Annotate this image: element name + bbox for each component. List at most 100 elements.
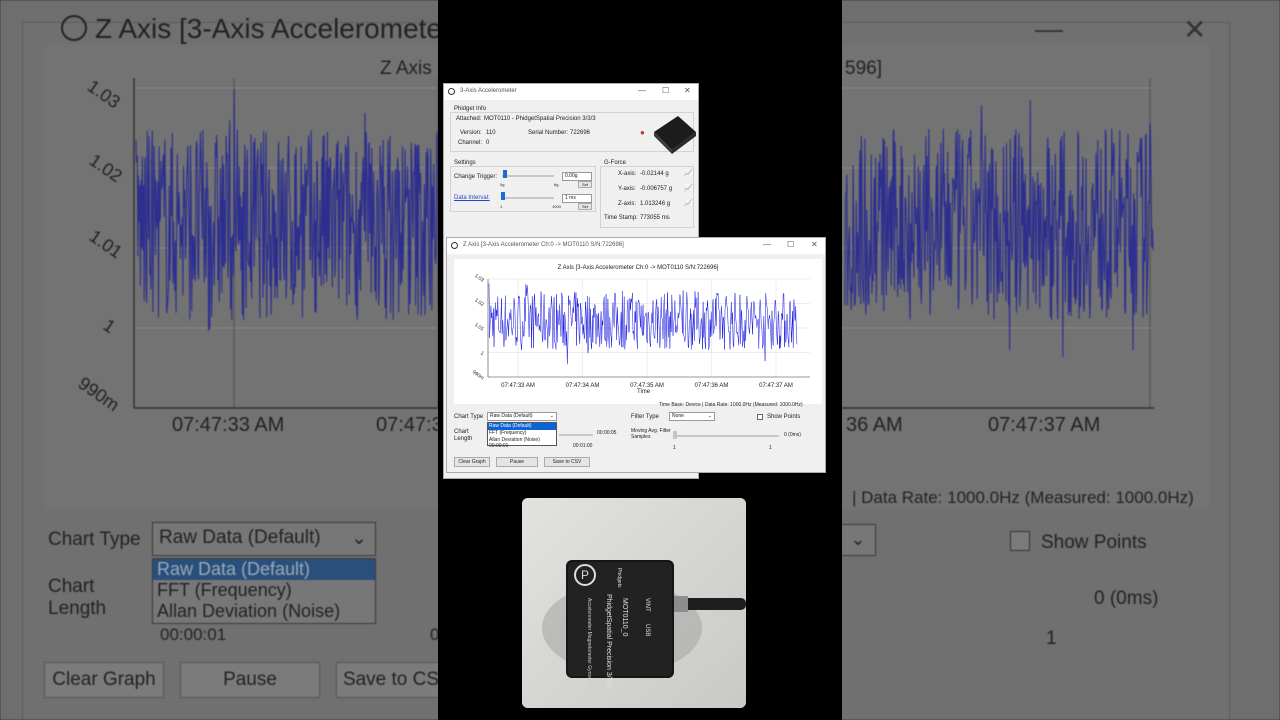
- data-interval-slider[interactable]: [501, 192, 505, 200]
- location-pin-icon[interactable]: ●: [640, 128, 645, 137]
- x-tick-label: 07:47:34 AM: [566, 383, 600, 389]
- bg-show-points-checkbox: [1010, 531, 1030, 551]
- filter-type-value: None: [672, 413, 684, 419]
- z-chart: 990m 1 1.01 1.02 1.03 07:47:33 AM 07:47:34 AM 0…: [471, 273, 810, 389]
- y-tick-label: 1.02: [473, 297, 485, 308]
- bg-clear-button: Clear Graph: [44, 662, 164, 698]
- bg-x-tick: 07:47:33 AM: [172, 414, 285, 436]
- bg-x-tick: 36 AM: [846, 414, 903, 436]
- data-interval-input[interactable]: 1 ms: [562, 194, 592, 203]
- data-interval-link[interactable]: Data Interval:: [454, 195, 490, 201]
- moving-avg-slider[interactable]: [673, 431, 677, 439]
- serial-label: Serial Number:: [528, 130, 569, 136]
- device-port-usb: USB: [644, 624, 650, 637]
- channel-value: 0: [486, 140, 490, 146]
- chart-length-min: 00:00:01: [489, 443, 509, 449]
- clear-graph-button[interactable]: Clear Graph: [454, 457, 490, 467]
- moving-avg-max: 1: [769, 445, 772, 451]
- bg-show-points-label: Show Points: [1041, 532, 1147, 553]
- attached-value: MOT0110 - PhidgetSpatial Precision 3/3/3: [484, 116, 596, 122]
- moving-avg-value: 0 (0ms): [784, 432, 801, 438]
- plot-footer: Time Base: Device | Data Rate: 1000.0Hz …: [659, 402, 803, 408]
- x-tick-label: 07:47:33 AM: [501, 383, 535, 389]
- phidget-icon: [451, 242, 458, 249]
- change-trigger-slider[interactable]: [503, 170, 507, 178]
- filter-type-label: Filter Type: [631, 414, 659, 420]
- bg-pause-button: Pause: [180, 662, 320, 698]
- version-label: Version:: [460, 130, 482, 136]
- bg-chart-type-dropdown: Raw Data (Default) FFT (Frequency) Allan…: [152, 558, 376, 624]
- chart-length-max: 00:01:00: [573, 443, 593, 449]
- z-maximize-button[interactable]: ☐: [787, 240, 794, 249]
- show-points-checkbox[interactable]: [757, 414, 763, 420]
- show-points-label: Show Points: [767, 414, 801, 420]
- change-trigger-track: [502, 175, 554, 177]
- phidgets-logo-icon: P: [574, 564, 596, 586]
- device-photo: P PhidgetSpatial Precision 3/3/3 MOT0110…: [522, 498, 746, 708]
- device-brand: Phidgets: [616, 568, 622, 588]
- bg-chart-length-label: Chart Length: [48, 576, 107, 619]
- x-graph-icon[interactable]: 📈: [684, 169, 693, 177]
- bg-x-tick: 07:47:37 AM: [988, 414, 1101, 436]
- moving-avg-track: [673, 435, 779, 437]
- chart-length-label: Chart Length: [454, 429, 473, 442]
- pause-button[interactable]: Pause: [496, 457, 538, 467]
- x-tick-label: 07:47:37 AM: [759, 383, 793, 389]
- chart-type-select[interactable]: Raw Data (Default) ⌄: [487, 412, 557, 421]
- y-axis-label: Y-axis:: [618, 186, 636, 192]
- device-features: Accelerometer Magnetometer Gyroscope: [586, 598, 592, 690]
- bg-chart-type-select: Raw Data (Default) ⌄: [152, 522, 376, 556]
- z-axis-label: Z-axis:: [618, 201, 636, 207]
- timestamp-value: 773055 ms: [640, 215, 670, 221]
- phidget-icon: [448, 88, 455, 95]
- x-axis-label: X-axis:: [618, 171, 637, 177]
- save-csv-button[interactable]: Save to CSV: [544, 457, 590, 467]
- chart-type-label: Chart Type: [454, 414, 484, 420]
- z-close-button[interactable]: ✕: [811, 240, 818, 249]
- change-trigger-input[interactable]: 0.00g: [562, 172, 592, 181]
- z-graph-icon[interactable]: 📈: [684, 199, 693, 207]
- bg-chart-length-value: 00:00:01: [160, 625, 227, 644]
- bg-dropdown-option: FFT (Frequency): [157, 580, 292, 600]
- bg-filter-select: ⌄: [840, 524, 876, 556]
- y-graph-icon[interactable]: 📈: [684, 184, 693, 192]
- moving-avg-label: Moving Avg. Filter Samples: [631, 428, 671, 440]
- bg-save-button: Save to CS: [336, 662, 446, 698]
- x-axis-value: -0.02144 g: [640, 171, 669, 177]
- z-axis-value: 1.013246 g: [640, 201, 671, 207]
- filter-type-select[interactable]: None ⌄: [669, 412, 715, 421]
- title-bar: 3-Axis Accelerometer — ☐ ✕: [444, 84, 698, 100]
- y-tick-label: 1.01: [473, 322, 485, 333]
- change-trigger-label: Change Trigger:: [454, 174, 498, 180]
- trigger-min: 0g: [500, 182, 505, 187]
- window-title: 3-Axis Accelerometer: [460, 88, 517, 94]
- z-minimize-button[interactable]: —: [763, 240, 771, 249]
- version-value: 110: [486, 130, 496, 136]
- attached-label: Attached:: [456, 116, 482, 122]
- maximize-button[interactable]: ☐: [662, 86, 669, 95]
- chart-type-value: Raw Data (Default): [490, 413, 533, 419]
- interval-max: 1000: [552, 204, 561, 209]
- dropdown-option-fft[interactable]: FFT (Frequency): [488, 430, 556, 437]
- x-tick-label: 07:47:36 AM: [695, 383, 729, 389]
- y-tick-label: 1.03: [473, 273, 485, 284]
- dropdown-option-raw[interactable]: Raw Data (Default): [488, 423, 556, 430]
- series-line: [844, 100, 1154, 358]
- device-illustration: [522, 498, 746, 708]
- bg-dropdown-option: Allan Deviation (Noise): [157, 601, 341, 621]
- z-title-bar: Z Axis [3-Axis Accelerometer Ch:0 -> MOT…: [447, 238, 825, 254]
- set-interval-button[interactable]: Set: [578, 203, 592, 210]
- y-axis-value: -0.006757 g: [640, 186, 673, 192]
- bg-chevron-down-icon: ⌄: [351, 528, 367, 549]
- series-line: [135, 89, 441, 332]
- set-trigger-button[interactable]: Set: [578, 181, 592, 188]
- y-tick-label: 1: [479, 350, 485, 357]
- moving-avg-min: 1: [673, 445, 676, 451]
- chevron-down-icon: ⌄: [549, 413, 554, 419]
- series-line: [488, 283, 798, 365]
- bg-status: | Data Rate: 1000.0Hz (Measured: 1000.0H…: [852, 488, 1194, 507]
- bg-samples-value: 0 (0ms): [1094, 588, 1159, 609]
- close-button[interactable]: ✕: [684, 86, 691, 95]
- minimize-button[interactable]: —: [638, 86, 646, 95]
- chart-length-track: [559, 434, 593, 436]
